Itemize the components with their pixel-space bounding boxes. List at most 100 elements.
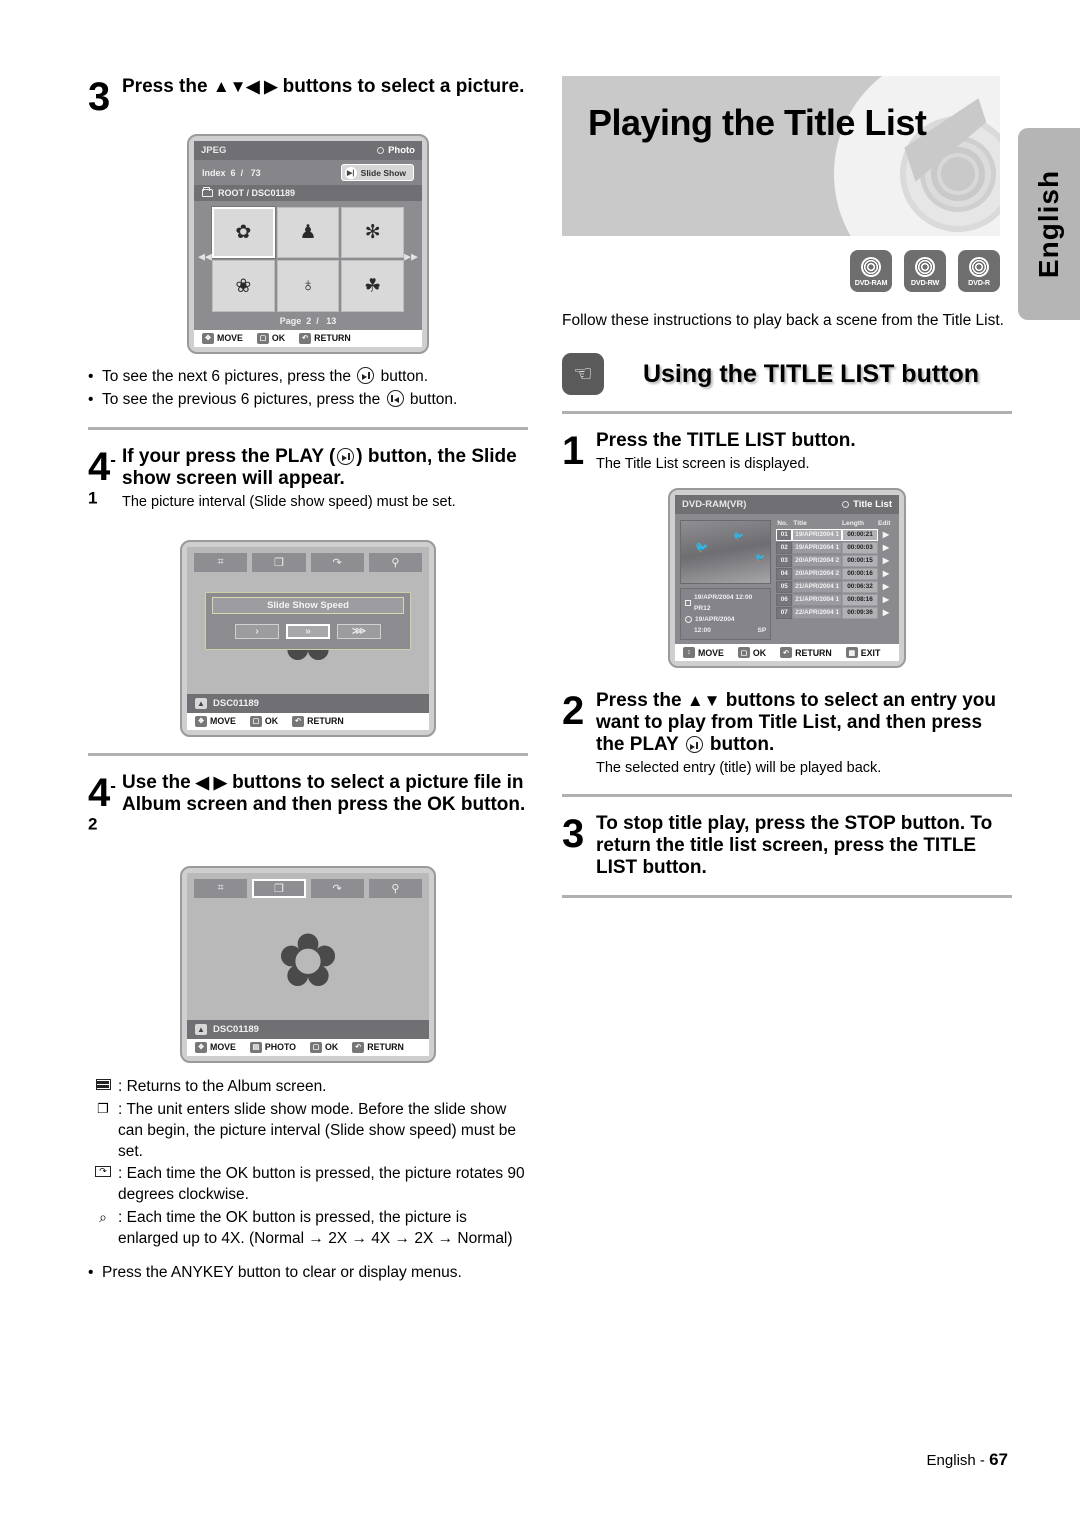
footer-return[interactable]: ↶ RETURN — [299, 332, 351, 344]
left-right-arrows-icon: ◀ ▶ — [195, 772, 227, 792]
title-list-header-row: No. Title Length Edit — [776, 520, 894, 529]
footer-move[interactable]: ↕ MOVE — [683, 647, 724, 659]
row-length: 00:00:16 — [842, 567, 878, 580]
rotate-tool[interactable]: ↷ — [310, 552, 364, 572]
section-header: ☜ Using the TITLE LIST button — [562, 353, 1012, 396]
disc-icon — [969, 257, 989, 277]
speed-fast-button[interactable]: ⋙ — [337, 623, 381, 639]
bullet-prev-text: To see the previous 6 pictures, press th… — [102, 389, 528, 411]
jpeg-mode-label: Photo — [388, 145, 415, 156]
footer-move[interactable]: ✥ MOVE — [195, 715, 236, 727]
info-row-title: 19/APR/2004 12:00 PR12 — [685, 592, 766, 614]
divider — [562, 793, 1012, 797]
footer-move[interactable]: ✥ MOVE — [195, 1041, 236, 1053]
previous-page-icon[interactable]: ◀◀ — [198, 252, 212, 263]
title-list-row[interactable]: 03 20/APR/2004 2 00:00:15 ▶ — [776, 554, 894, 567]
title-list-mode-label: Title List — [853, 498, 892, 510]
footer-ok-label: OK — [325, 1042, 339, 1053]
slideshow-tool[interactable]: ❐ — [252, 878, 306, 898]
title-list-row[interactable]: 02 19/APR/2004 1 00:00:03 ▶ — [776, 541, 894, 554]
rotate-tool[interactable]: ↷ — [310, 878, 364, 898]
footer-return-label: RETURN — [314, 333, 351, 344]
album-file-bar: ▲ DSC01189 — [187, 1019, 429, 1039]
slide-show-button[interactable]: ▶| Slide Show — [340, 164, 414, 181]
title-list-row[interactable]: 07 22/APR/2004 1 00:09:36 ▶ — [776, 606, 894, 619]
footer-move[interactable]: ✥ MOVE — [202, 332, 243, 344]
footer-return[interactable]: ↶ RETURN — [352, 1041, 404, 1053]
thumbnail-item[interactable]: ✻ — [341, 207, 404, 259]
row-edit-arrow-icon[interactable]: ▶ — [878, 582, 894, 591]
footer-return[interactable]: ↶ RETURN — [292, 715, 344, 727]
thumbnail-item[interactable]: ♁ — [276, 260, 340, 312]
row-title: 22/APR/2004 1 — [792, 606, 842, 619]
row-length: 00:00:21 — [842, 528, 878, 541]
row-edit-arrow-icon[interactable]: ▶ — [878, 556, 894, 565]
album-grid-tool[interactable]: ⌗ — [194, 552, 248, 572]
picture-file-icon: ▲ — [195, 697, 207, 709]
narcissus-thumbnail-icon: ❀ — [235, 275, 252, 297]
footer-ok[interactable]: ▢ OK — [310, 1041, 339, 1053]
step-4-1-title: If your press the PLAY () button, the Sl… — [122, 446, 528, 490]
slideshow-tool[interactable]: ❐ — [252, 552, 306, 572]
step-1-sub: The Title List screen is displayed. — [596, 456, 810, 473]
jpeg-thumbnail-area: ◀◀ ▶▶ ✿ ♟ ✻ ❀ ♁ ☘ — [194, 201, 422, 314]
step-4-1-title-pre: If your press the PLAY ( — [122, 445, 336, 467]
row-edit-arrow-icon[interactable]: ▶ — [878, 530, 894, 539]
album-grid-tool[interactable]: ⌗ — [194, 878, 248, 898]
row-no: 05 — [776, 580, 793, 593]
footer-return[interactable]: ↶ RETURN — [780, 647, 832, 659]
jpeg-topbar: JPEG Photo — [194, 141, 422, 160]
bullet-dot: • — [88, 390, 94, 408]
title-list-row[interactable]: 01 19/APR/2004 1 00:00:21 ▶ — [776, 528, 894, 541]
row-no: 01 — [776, 528, 793, 541]
footer-ok[interactable]: ▢ OK — [256, 332, 286, 344]
row-title: 21/APR/2004 1 — [792, 593, 842, 606]
row-edit-arrow-icon[interactable]: ▶ — [878, 569, 894, 578]
jpeg-index-sep: / — [240, 167, 244, 178]
row-edit-arrow-icon[interactable]: ▶ — [878, 595, 894, 604]
next-button-glyph-icon — [357, 366, 375, 384]
step-4-1-number: 4-1 — [88, 447, 122, 524]
row-length: 00:06:32 — [842, 580, 878, 593]
legend-album-text: : Returns to the Album screen. — [118, 1077, 327, 1095]
thumbnail-item[interactable]: ☘ — [341, 260, 404, 312]
footer-ok-label: OK — [271, 333, 286, 344]
footer-exit[interactable]: ▦ EXIT — [845, 647, 880, 659]
row-length: 00:08:16 — [842, 593, 878, 606]
legend-item-zoom: ⌕ : Each time the OK button is pressed, … — [88, 1208, 528, 1250]
speed-slow-button[interactable]: › — [235, 623, 279, 639]
album-footer-bar: ✥ MOVE ▤ PHOTO ▢ OK ↶ RETURN — [187, 1038, 429, 1056]
footer-move-label: MOVE — [698, 647, 724, 658]
thumbnail-item[interactable]: ♟ — [276, 207, 340, 259]
thumbnail-item[interactable]: ❀ — [212, 260, 275, 312]
row-no: 03 — [776, 554, 793, 567]
jpeg-page-counter: Page 2 / 13 — [194, 313, 422, 330]
album-file-name: DSC01189 — [213, 1023, 259, 1035]
jpeg-thumbnail-grid: ✿ ♟ ✻ ❀ ♁ ☘ — [212, 207, 404, 312]
thumbnail-item[interactable]: ✿ — [212, 207, 275, 259]
step-2-sub: The selected entry (title) will be playe… — [596, 760, 882, 777]
footer-ok[interactable]: ▢ OK — [737, 647, 766, 659]
album-grid-icon: ⌗ — [217, 881, 224, 894]
bullet-next-post: button. — [376, 367, 429, 385]
speed-slow-icon: › — [255, 625, 259, 637]
zoom-tool[interactable]: ⚲ — [368, 552, 422, 572]
move-key-icon: ✥ — [195, 1041, 207, 1053]
row-edit-arrow-icon[interactable]: ▶ — [878, 543, 894, 552]
zoom-tool[interactable]: ⚲ — [368, 878, 422, 898]
speed-medium-button[interactable]: » — [286, 623, 330, 639]
page-footer-language: English - — [926, 1452, 990, 1469]
title-list-row[interactable]: 06 21/APR/2004 1 00:08:16 ▶ — [776, 593, 894, 606]
footer-photo[interactable]: ▤ PHOTO — [249, 1041, 296, 1053]
step-3-title-pre: Press the — [122, 76, 213, 97]
title-list-row[interactable]: 04 20/APR/2004 2 00:00:16 ▶ — [776, 567, 894, 580]
next-page-icon[interactable]: ▶▶ — [404, 252, 418, 263]
play-next-icon: ▶| — [344, 166, 357, 179]
row-edit-arrow-icon[interactable]: ▶ — [878, 608, 894, 617]
title-list-screen: DVD-RAM(VR) Title List 🐦 🐦 🐦 19/APR/2004… — [668, 487, 906, 669]
title-list-footer-bar: ↕ MOVE ▢ OK ↶ RETURN ▦ EXIT — [675, 644, 899, 662]
speed-medium-icon: » — [305, 625, 311, 637]
language-side-tab: English — [1018, 128, 1080, 320]
title-list-row[interactable]: 05 21/APR/2004 1 00:06:32 ▶ — [776, 580, 894, 593]
footer-ok[interactable]: ▢ OK — [249, 715, 278, 727]
